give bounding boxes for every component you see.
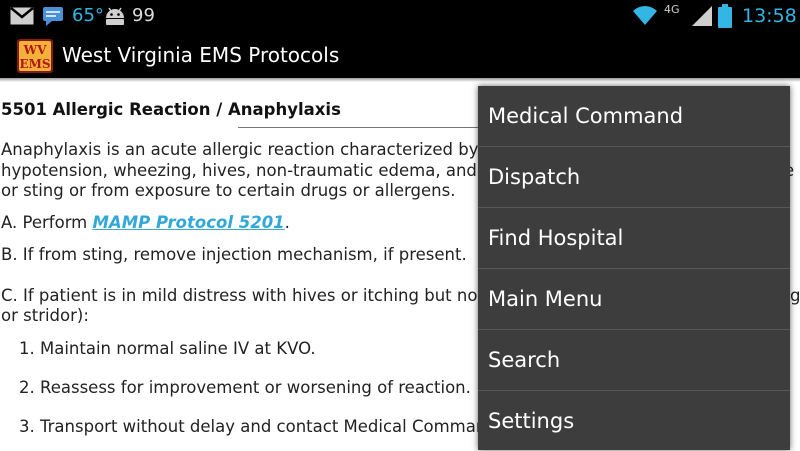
chat-icon [42, 0, 64, 32]
intro-line-2: hypotension, wheezing, hives, non-trauma… [1, 161, 519, 180]
app-logo-icon[interactable]: WV EMS [16, 38, 54, 74]
menu-item-settings[interactable]: Settings [478, 391, 790, 451]
intro-line-1: Anaphylaxis is an acute allergic reactio… [1, 140, 504, 159]
step-c-line-1-tail: g [790, 286, 800, 305]
menu-item-search[interactable]: Search [478, 330, 790, 390]
svg-text:WV: WV [23, 43, 47, 57]
step-c-line-1: C. If patient is in mild distress with h… [1, 286, 516, 305]
svg-text:EMS: EMS [19, 57, 50, 71]
network-type-text: 4G [664, 3, 680, 16]
status-bar: 65° 99 4G 13:58 [0, 0, 800, 32]
action-bar: West Virginia EMS Protocols [0, 32, 800, 78]
app-count-text: 99 [132, 5, 155, 26]
step-a: A. Perform MAMP Protocol 5201. [1, 212, 290, 233]
divider [238, 127, 488, 128]
menu-item-main-menu[interactable]: Main Menu [478, 269, 790, 329]
mamp-protocol-link[interactable]: MAMP Protocol 5201 [93, 213, 285, 232]
step-a-prefix: A. Perform [1, 213, 93, 232]
intro-line-3: or sting or from exposure to certain dru… [1, 181, 456, 200]
clock-text: 13:58 [742, 5, 797, 27]
menu-item-find-hospital[interactable]: Find Hospital [478, 208, 790, 268]
android-icon [103, 0, 127, 32]
overflow-menu: Medical Command Dispatch Find Hospital M… [478, 86, 790, 450]
step-b: B. If from sting, remove injection mecha… [1, 245, 467, 264]
app-title: West Virginia EMS Protocols [62, 43, 340, 67]
gmail-icon [10, 0, 34, 32]
wifi-icon [632, 0, 658, 32]
cell-signal-icon [690, 0, 714, 32]
step-a-suffix: . [284, 213, 290, 232]
substep-2: 2. Reassess for improvement or worsening… [19, 378, 471, 397]
battery-icon [718, 0, 732, 32]
menu-item-medical-command[interactable]: Medical Command [478, 86, 790, 146]
protocol-heading: 5501 Allergic Reaction / Anaphylaxis [1, 100, 341, 119]
menu-item-dispatch[interactable]: Dispatch [478, 147, 790, 207]
substep-1: 1. Maintain normal saline IV at KVO. [19, 339, 316, 358]
substep-3: 3. Transport without delay and contact M… [19, 417, 503, 436]
step-c-line-2: or stridor): [1, 306, 89, 325]
temperature-text: 65° [72, 5, 104, 26]
